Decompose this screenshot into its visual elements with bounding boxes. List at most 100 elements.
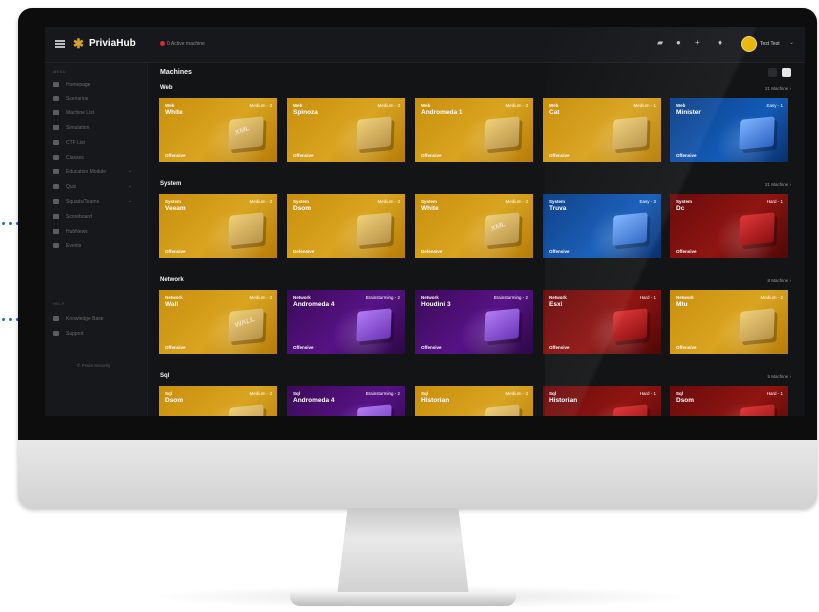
card-category: Network [165, 295, 183, 300]
card-category: Network [549, 295, 567, 300]
plus-icon[interactable]: + [695, 38, 700, 47]
machine-card[interactable]: Network Houdini 3 Brainstorming - 2 Offensi… [415, 290, 533, 354]
main-content: Machines Web 21 Machine › XML Web White Mediu… [148, 63, 805, 416]
sidebar-item-label: Knowledge Base [66, 316, 104, 322]
hamburger-icon[interactable] [55, 40, 65, 48]
card-difficulty: Medium - 3 [249, 391, 272, 396]
card-type-label: Offensive [165, 249, 186, 254]
sidebar-section-label: MENU [53, 69, 66, 74]
sidebar-item-icon [53, 316, 59, 321]
sidebar-section-label: HELP [53, 301, 65, 306]
card-difficulty: Easy - 3 [639, 199, 656, 204]
sidebar-footer: © Privia Security [77, 363, 111, 368]
sidebar-item-scoreboard[interactable]: Scoreboard [53, 214, 92, 224]
card-type-label: Offensive [676, 249, 697, 254]
sidebar: MENU HELP Homepage Scenarios Machine List Sim… [45, 63, 148, 416]
machine-card[interactable]: Network Mtu Medium - 2 Offensive [670, 290, 788, 354]
logo-icon: ✱ [73, 36, 84, 51]
sidebar-item-icon [53, 110, 59, 115]
machine-card[interactable]: System Dsom Medium - 3 Defensive [287, 194, 405, 258]
sidebar-item-squads-teams[interactable]: Squads/Teams [53, 199, 99, 209]
sidebar-item-support[interactable]: Support [53, 331, 84, 341]
card-difficulty: Hard - 1 [639, 391, 656, 396]
grid-view-toggle-icon[interactable] [782, 68, 791, 77]
sidebar-item-education-module[interactable]: Education Module [53, 169, 106, 179]
machine-illustration [739, 212, 775, 246]
card-difficulty: Medium - 3 [249, 295, 272, 300]
brand-name[interactable]: PriviaHub [89, 38, 136, 49]
chevron-down-icon[interactable]: ⌄ [128, 183, 132, 189]
machine-card[interactable]: Web Minister Easy - 1 Offensive [670, 98, 788, 162]
chevron-down-icon[interactable]: ⌄ [128, 198, 132, 204]
sidebar-item-hubnews[interactable]: HubNews [53, 229, 88, 239]
card-machine-name: Cat [549, 109, 560, 116]
card-type-label: Offensive [676, 345, 697, 350]
card-difficulty: Hard - 1 [766, 199, 783, 204]
sidebar-item-events[interactable]: Events [53, 243, 81, 253]
sidebar-item-simulation[interactable]: Simulation [53, 125, 89, 135]
card-type-label: Offensive [549, 249, 570, 254]
mode-toggle-icon[interactable]: ▰ [657, 38, 663, 47]
sidebar-item-homepage[interactable]: Homepage [53, 82, 90, 92]
sidebar-item-label: Machine List [66, 110, 95, 116]
section-count-link[interactable]: 21 Machine › [765, 182, 791, 187]
machine-illustration [612, 116, 648, 150]
help-icon[interactable]: ● [676, 38, 681, 47]
machine-card[interactable]: Sql Historian Medium - 3 [415, 386, 533, 416]
sidebar-item-knowledge-base[interactable]: Knowledge Base [53, 316, 104, 326]
machine-illustration [356, 308, 392, 342]
machine-card[interactable]: Web Spinoza Medium - 3 Offensive [287, 98, 405, 162]
card-difficulty: Brainstorming - 2 [365, 295, 400, 300]
sidebar-item-icon [53, 96, 59, 101]
machine-card[interactable]: XML System White Medium - 3 Defensive [415, 194, 533, 258]
machine-card[interactable]: System Truva Easy - 3 Offensive [543, 194, 661, 258]
card-machine-name: Andromeda 1 [421, 109, 463, 116]
sidebar-item-classes[interactable]: Classes [53, 155, 84, 165]
illustration-label: XML [490, 221, 507, 233]
bell-icon[interactable]: ♦ [718, 38, 722, 47]
illustration-label: XML [234, 125, 251, 137]
machine-card[interactable]: Web Andromeda 1 Medium - 3 Offensive [415, 98, 533, 162]
sidebar-item-ctf-list[interactable]: CTF List [53, 140, 85, 150]
machine-card[interactable]: System Veeam Medium - 3 Offensive [159, 194, 277, 258]
card-difficulty: Hard - 1 [639, 295, 656, 300]
machine-illustration [484, 116, 520, 150]
sidebar-item-label: CTF List [66, 140, 85, 146]
section-count-link[interactable]: 21 Machine › [765, 86, 791, 91]
sidebar-item-icon [53, 229, 59, 234]
machine-card[interactable]: Network Andromeda 4 Brainstorming - 2 Offen… [287, 290, 405, 354]
section-count-link[interactable]: 8 Machine › [767, 278, 791, 283]
card-machine-name: Spinoza [293, 109, 318, 116]
avatar[interactable] [741, 36, 757, 52]
chevron-down-icon[interactable]: ⌄ [789, 39, 794, 46]
list-view-toggle-icon[interactable] [768, 68, 777, 77]
sidebar-item-scenarios[interactable]: Scenarios [53, 96, 88, 106]
machine-card[interactable]: Network Esxi Hard - 1 Offensive [543, 290, 661, 354]
sidebar-item-label: HubNews [66, 229, 88, 235]
sidebar-item-quiz[interactable]: Quiz [53, 184, 76, 194]
card-difficulty: Medium - 3 [249, 199, 272, 204]
card-type-label: Offensive [293, 345, 314, 350]
machine-card[interactable]: XML Web White Medium - 3 Offensive [159, 98, 277, 162]
chevron-down-icon[interactable]: ⌄ [128, 168, 132, 174]
card-type-label: Defensive [421, 249, 443, 254]
machine-card[interactable]: System Dc Hard - 1 Offensive [670, 194, 788, 258]
section-count-link[interactable]: 5 Machine › [767, 374, 791, 379]
machine-card[interactable]: Web Cat Medium - 1 Offensive [543, 98, 661, 162]
machine-card[interactable]: Sql Dsom Hard - 1 [670, 386, 788, 416]
machine-card[interactable]: Sql Historian Hard - 1 [543, 386, 661, 416]
user-name[interactable]: Test Test [760, 41, 780, 47]
card-machine-name: Andromeda 4 [293, 301, 335, 308]
machine-illustration [612, 212, 648, 246]
card-machine-name: White [165, 109, 183, 116]
card-type-label: Offensive [293, 153, 314, 158]
machine-card[interactable]: Sql Dsom Medium - 3 [159, 386, 277, 416]
sidebar-item-machine-list[interactable]: Machine List [53, 110, 94, 120]
machine-card[interactable]: WALL Network Wall Medium - 3 Offensive [159, 290, 277, 354]
card-difficulty: Medium - 3 [377, 199, 400, 204]
machine-card[interactable]: Sql Andromeda 4 Brainstorming - 2 [287, 386, 405, 416]
card-difficulty: Medium - 3 [505, 391, 528, 396]
active-machine-indicator[interactable]: 0 Active machine [160, 41, 205, 47]
card-difficulty: Medium - 3 [249, 103, 272, 108]
card-category: Network [421, 295, 439, 300]
